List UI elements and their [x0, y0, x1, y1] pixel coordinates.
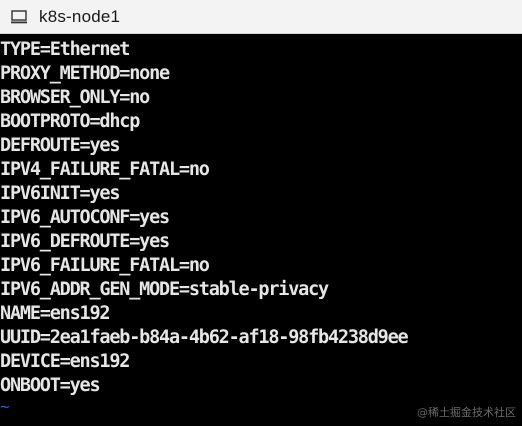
terminal-line: TYPE=Ethernet: [0, 39, 130, 60]
vm-console-window: k8s-node1 TYPE=Ethernet PROXY_METHOD=non…: [0, 0, 522, 426]
terminal-line: IPV6_FAILURE_FATAL=no: [0, 255, 210, 276]
terminal-line: PROXY_METHOD=none: [0, 63, 170, 84]
terminal-line: DEVICE=ens192: [0, 351, 130, 372]
terminal-window-icon: [11, 9, 27, 24]
terminal-screen[interactable]: TYPE=Ethernet PROXY_METHOD=none BROWSER_…: [0, 34, 522, 426]
terminal-line: BROWSER_ONLY=no: [0, 87, 150, 108]
terminal-line: ONBOOT=yes: [0, 375, 101, 396]
window-title: k8s-node1: [39, 6, 121, 26]
terminal-line: IPV4_FAILURE_FATAL=no: [0, 159, 210, 180]
watermark: @稀土掘金技术社区: [417, 406, 516, 419]
window-titlebar[interactable]: k8s-node1: [0, 0, 522, 34]
terminal-line: IPV6INIT=yes: [0, 183, 120, 204]
terminal-line: BOOTPROTO=dhcp: [0, 111, 140, 132]
terminal-line: IPV6_DEFROUTE=yes: [0, 231, 170, 252]
terminal-line: NAME=ens192: [0, 303, 111, 324]
terminal-line: DEFROUTE=yes: [0, 135, 120, 156]
terminal-line: IPV6_ADDR_GEN_MODE=stable-privacy: [0, 279, 329, 300]
terminal-line: UUID=2ea1faeb-b84a-4b62-af18-98fb4238d9e…: [0, 327, 409, 348]
terminal-line: IPV6_AUTOCONF=yes: [0, 207, 170, 228]
